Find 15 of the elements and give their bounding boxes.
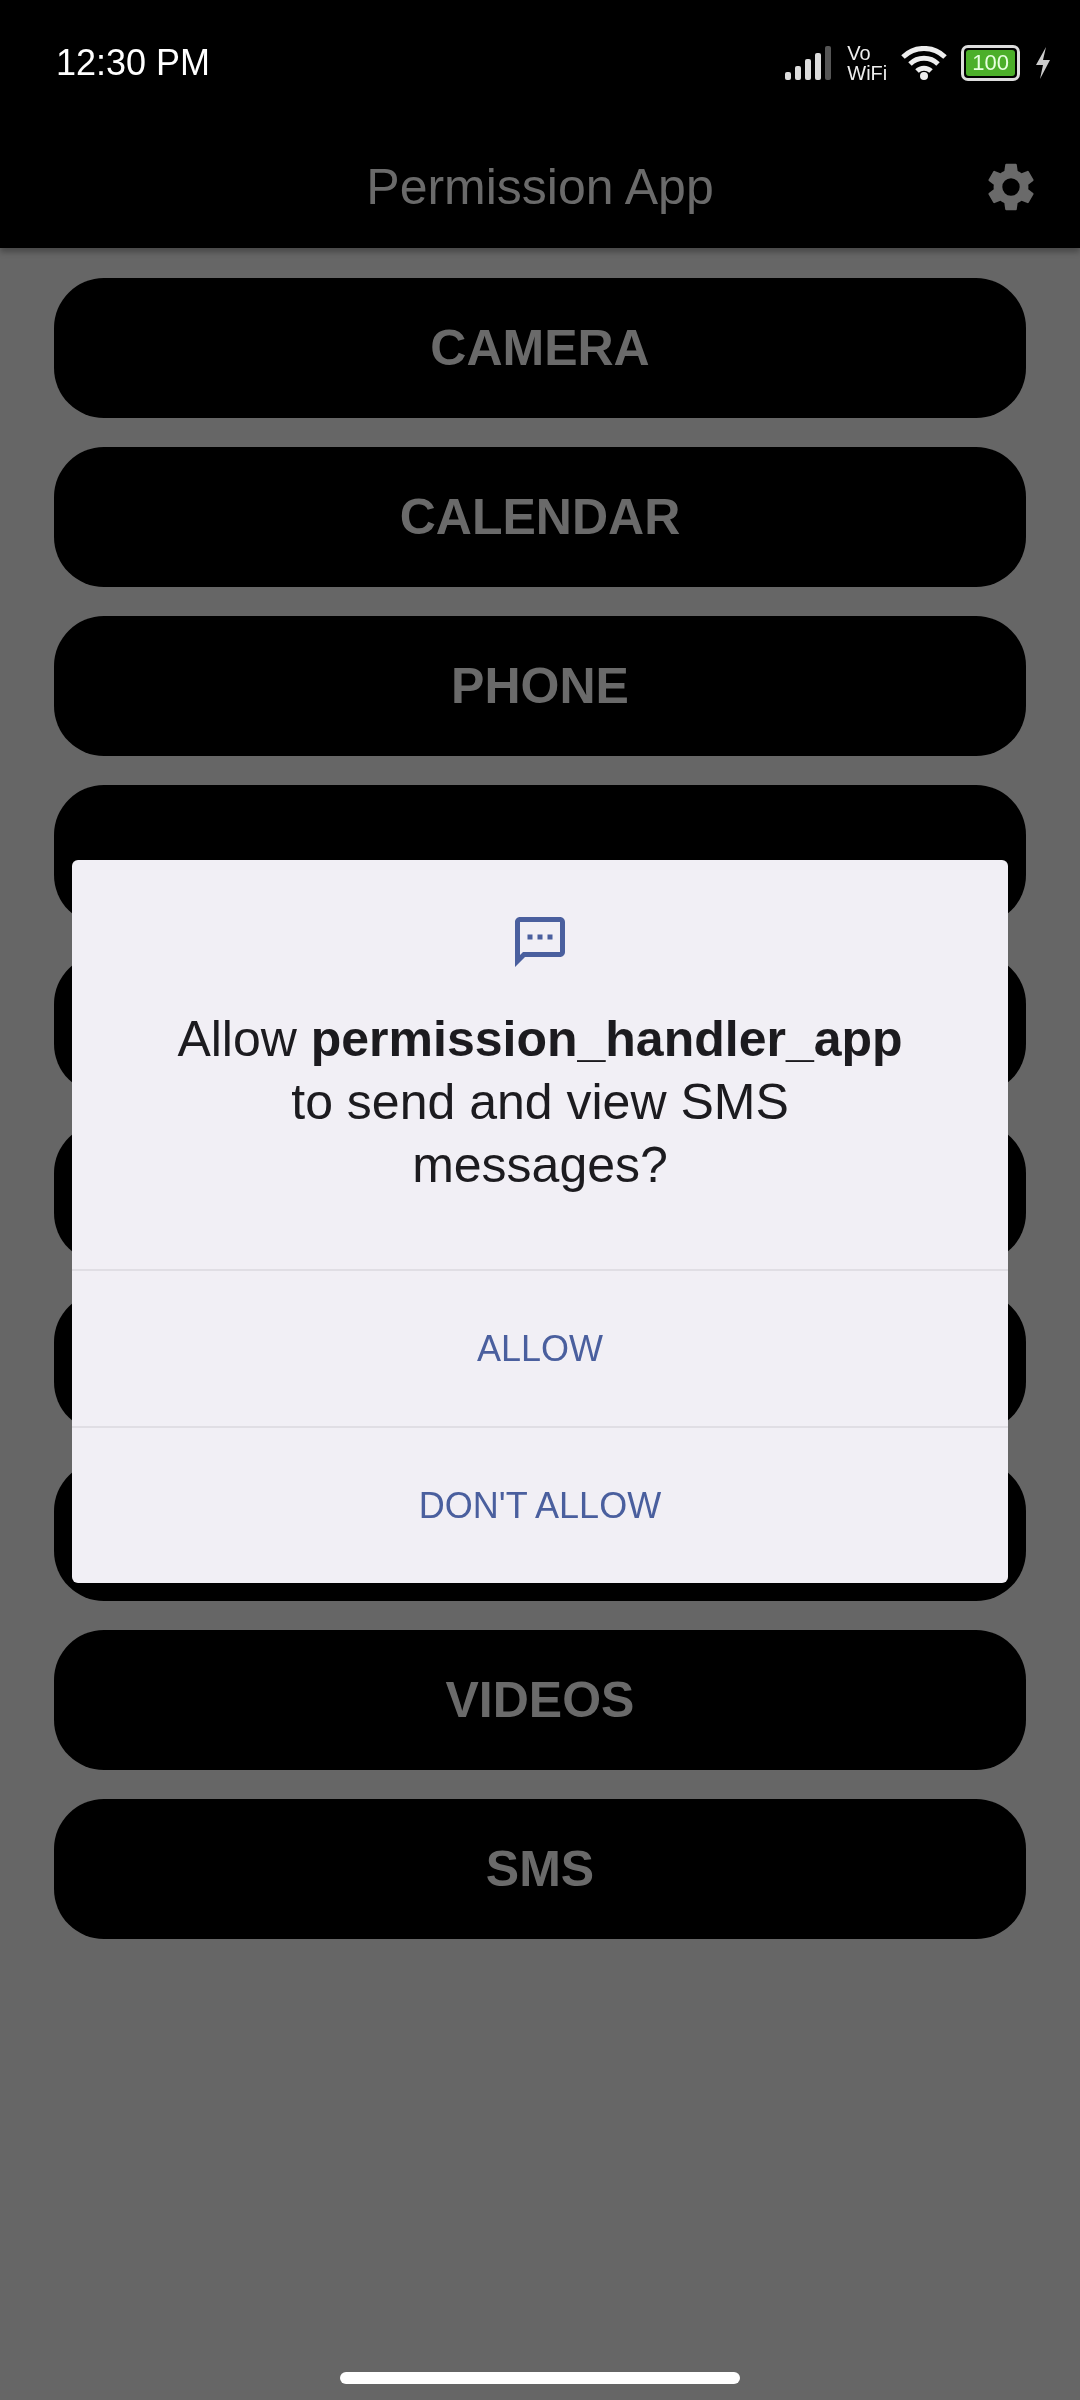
dialog-message: Allow permission_handler_app to send and view SMS messages? — [176, 1010, 904, 1195]
dialog-action[interactable]: DON'T ALLOW — [72, 1428, 1008, 1583]
vo-label: Vo — [847, 43, 872, 63]
permission-button[interactable]: SMS — [54, 1799, 1026, 1939]
permission-button[interactable]: CALENDAR — [54, 447, 1026, 587]
battery-level: 100 — [966, 50, 1015, 76]
clock-time: 12:30 PM — [56, 42, 211, 84]
permission-button[interactable]: VIDEOS — [54, 1630, 1026, 1770]
signal-icon — [785, 46, 834, 80]
wifi-icon — [901, 46, 948, 80]
app-title: Permission App — [366, 158, 714, 216]
wifi-label: WiFi — [847, 63, 888, 83]
permission-button[interactable]: CAMERA — [54, 278, 1026, 418]
permission-button[interactable]: PHONE — [54, 616, 1026, 756]
dialog-action[interactable]: ALLOW — [72, 1271, 1008, 1426]
